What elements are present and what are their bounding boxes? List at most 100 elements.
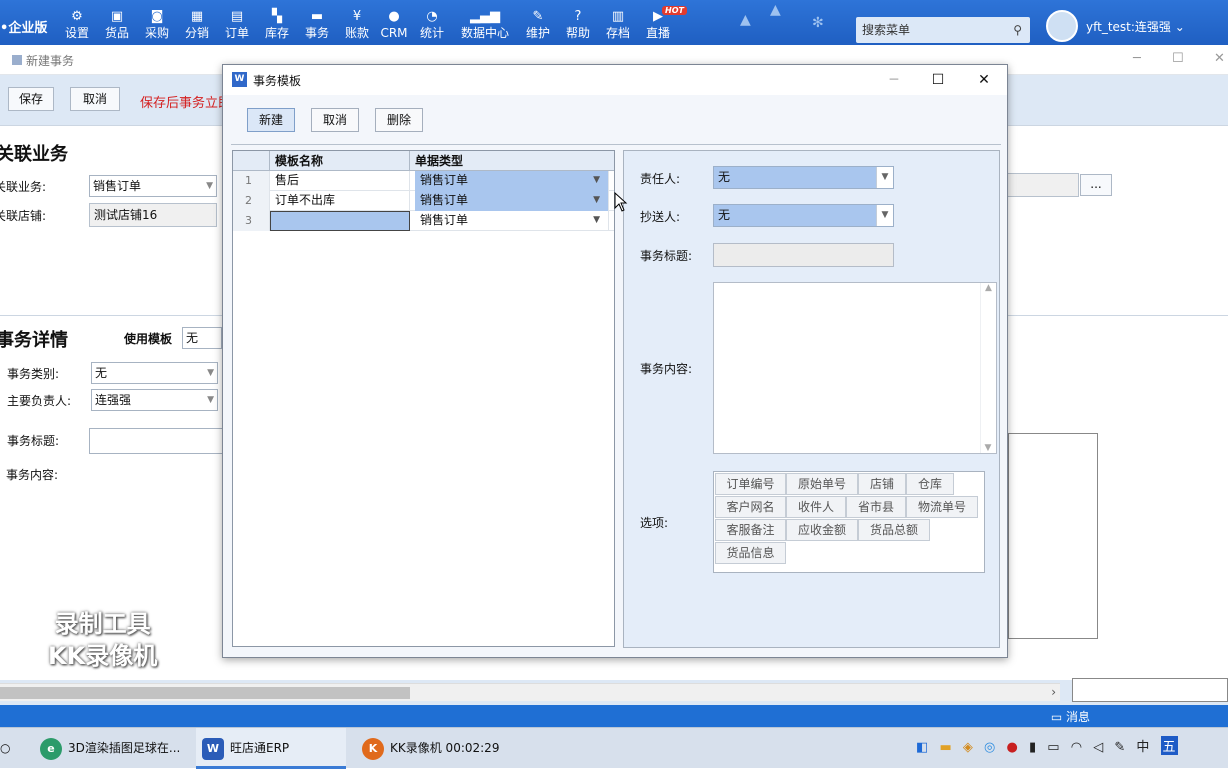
- option-chip[interactable]: 原始单号: [786, 473, 858, 495]
- responsible-label: 责任人:: [640, 172, 681, 186]
- close-icon[interactable]: ✕: [1214, 51, 1225, 66]
- nav-inventory[interactable]: ▚ 库存: [257, 8, 297, 40]
- taskbar-app-browser[interactable]: e 3D渲染插图足球在...: [36, 728, 186, 769]
- nav-data-center[interactable]: ▂▄▆ 数据中心: [459, 8, 511, 40]
- dropdown-arrow-icon: ▼: [876, 167, 893, 188]
- scroll-up-icon[interactable]: ▲: [981, 283, 996, 293]
- content-textarea[interactable]: ▲ ▼: [713, 282, 997, 454]
- nav-orders[interactable]: ▤ 订单: [217, 8, 257, 40]
- maximize-icon[interactable]: ☐: [923, 67, 953, 93]
- option-chip[interactable]: 收件人: [786, 496, 846, 518]
- menu-search-input[interactable]: 搜索菜单 ⚲: [856, 17, 1030, 43]
- col-header-type[interactable]: 单据类型: [410, 151, 614, 171]
- volume-icon[interactable]: ◁: [1093, 740, 1103, 755]
- title-input[interactable]: [713, 243, 894, 267]
- pen-icon[interactable]: ✎: [1114, 740, 1125, 755]
- nav-purchase[interactable]: ◙ 采购: [137, 8, 177, 40]
- nav-statistics[interactable]: ◔ 统计: [412, 8, 452, 40]
- option-chip[interactable]: 订单编号: [715, 473, 786, 495]
- option-chip[interactable]: 仓库: [906, 473, 954, 495]
- doc-type-cell[interactable]: 销售订单 ▼: [415, 211, 609, 231]
- chevron-right-icon[interactable]: ›: [1051, 685, 1056, 699]
- edition-label: •企业版: [0, 21, 48, 36]
- close-icon[interactable]: ✕: [969, 67, 999, 93]
- doc-type-cell[interactable]: 销售订单 ▼: [415, 191, 609, 211]
- options-box: 订单编号 原始单号 店铺 仓库 客户网名 收件人 省市县 物流单号 客服备注 应…: [713, 471, 985, 573]
- messages-link[interactable]: ▭ 消息: [1051, 708, 1090, 725]
- cc-select[interactable]: 无 ▼: [713, 204, 894, 227]
- section-heading-detail: 事务详情: [0, 330, 68, 351]
- dropdown-arrow-icon: ▼: [593, 175, 600, 185]
- dialog-title: 事务模板: [253, 74, 302, 88]
- chat-icon: ▬: [310, 9, 324, 24]
- table-row[interactable]: 1 售后 销售订单 ▼: [233, 171, 614, 191]
- bg-content-area[interactable]: [1008, 433, 1098, 639]
- sync-icon[interactable]: ◎: [984, 740, 995, 755]
- option-chip[interactable]: 货品信息: [715, 542, 786, 564]
- cancel-button[interactable]: 取消: [311, 108, 359, 132]
- scroll-down-icon[interactable]: ▼: [981, 443, 995, 453]
- table-row[interactable]: 3 销售订单 ▼: [233, 211, 614, 231]
- microphone-icon[interactable]: ▮: [1029, 740, 1036, 755]
- responsible-select[interactable]: 无 ▼: [713, 166, 894, 189]
- nav-crm[interactable]: ● CRM: [374, 8, 414, 40]
- taskbar-app-recorder[interactable]: K KK录像机 00:02:29: [358, 728, 508, 769]
- owner-select[interactable]: 连强强 ▼: [91, 389, 218, 411]
- nav-maintenance[interactable]: ✎ 维护: [518, 8, 558, 40]
- option-chip[interactable]: 物流单号: [906, 496, 978, 518]
- doc-type-cell[interactable]: 销售订单 ▼: [415, 171, 609, 191]
- taskbar-app-erp[interactable]: W 旺店通ERP: [196, 728, 346, 769]
- nav-archive[interactable]: ▥ 存档: [598, 8, 638, 40]
- nav-settings[interactable]: ⚙ 设置: [57, 8, 97, 40]
- minimize-icon[interactable]: ─: [879, 67, 909, 93]
- option-chip[interactable]: 货品总额: [858, 519, 930, 541]
- taskbar: ○ e 3D渲染插图足球在... W 旺店通ERP K KK录像机 00:02:29 …: [0, 727, 1228, 769]
- nav-goods[interactable]: ▣ 货品: [97, 8, 137, 40]
- bg-save-button[interactable]: 保存: [8, 87, 54, 111]
- user-menu[interactable]: yft_test:连强强 ⌄: [1086, 18, 1185, 35]
- wifi-icon[interactable]: ◠: [1071, 740, 1082, 755]
- start-search-icon[interactable]: ○: [0, 728, 20, 769]
- table-row[interactable]: 2 订单不出库 销售订单 ▼: [233, 191, 614, 211]
- tray-app-icon[interactable]: ◧: [916, 740, 928, 755]
- delete-button[interactable]: 删除: [375, 108, 423, 132]
- dropdown-arrow-icon: ▼: [207, 395, 214, 405]
- use-template-label: 使用模板: [124, 332, 173, 346]
- dropdown-arrow-icon: ▼: [207, 368, 214, 378]
- maximize-icon[interactable]: ☐: [1172, 51, 1184, 66]
- template-name-editor[interactable]: [270, 211, 410, 231]
- ime-app-icon[interactable]: 五: [1160, 736, 1178, 755]
- nav-accounts[interactable]: ¥ 账款: [337, 8, 377, 40]
- rel-business-select[interactable]: 销售订单 ▼: [89, 175, 217, 197]
- folder-icon[interactable]: ▬: [939, 740, 951, 755]
- more-button[interactable]: ...: [1080, 174, 1112, 196]
- bg-title-input[interactable]: [89, 428, 224, 454]
- scrollbar-thumb[interactable]: [0, 687, 410, 699]
- ime-indicator[interactable]: 中: [1136, 736, 1149, 755]
- option-chip[interactable]: 客户网名: [715, 496, 786, 518]
- option-chip[interactable]: 省市县: [846, 496, 906, 518]
- nav-help[interactable]: ? 帮助: [558, 8, 598, 40]
- horizontal-scrollbar[interactable]: ›: [0, 683, 1060, 701]
- avatar[interactable]: [1046, 10, 1078, 42]
- new-button[interactable]: 新建: [247, 108, 295, 132]
- row-number: 1: [233, 171, 270, 191]
- col-header-name[interactable]: 模板名称: [270, 151, 410, 171]
- antivirus-icon[interactable]: ●: [1007, 740, 1018, 755]
- bg-cancel-button[interactable]: 取消: [70, 87, 120, 111]
- category-select[interactable]: 无 ▼: [91, 362, 218, 384]
- app-logo-icon: W: [232, 72, 247, 87]
- battery-icon[interactable]: ▭: [1047, 740, 1059, 755]
- vertical-scrollbar[interactable]: ▲ ▼: [980, 283, 996, 453]
- option-chip[interactable]: 客服备注: [715, 519, 786, 541]
- minimize-icon[interactable]: ─: [1133, 51, 1141, 66]
- template-name-cell[interactable]: 售后: [270, 171, 410, 191]
- search-icon[interactable]: ⚲: [1013, 17, 1022, 43]
- nav-distribution[interactable]: ▦ 分销: [177, 8, 217, 40]
- use-template-select[interactable]: 无: [182, 327, 222, 349]
- template-name-cell[interactable]: 订单不出库: [270, 191, 410, 211]
- nav-affairs[interactable]: ▬ 事务: [297, 8, 337, 40]
- option-chip[interactable]: 应收金额: [786, 519, 858, 541]
- shield-icon[interactable]: ◈: [963, 740, 973, 755]
- option-chip[interactable]: 店铺: [858, 473, 906, 495]
